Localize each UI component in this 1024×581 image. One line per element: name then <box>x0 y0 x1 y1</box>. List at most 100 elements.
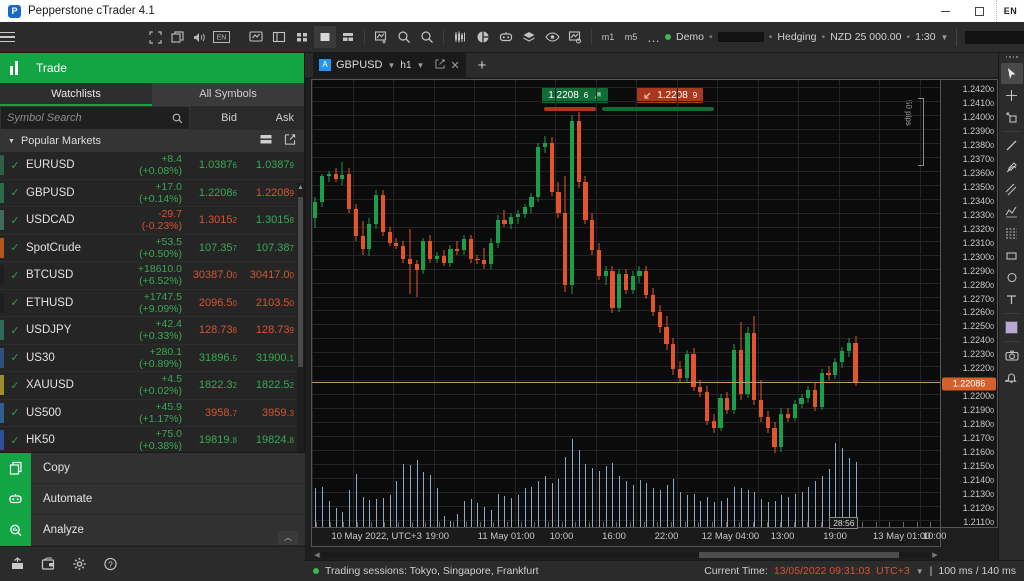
symbol-ask[interactable]: 1.22089 <box>247 187 304 199</box>
timezone-chevron-down-icon[interactable]: ▼ <box>916 567 924 576</box>
symbol-checkmark-icon[interactable]: ✓ <box>4 214 26 227</box>
scroll-left-arrow-icon[interactable]: ◀ <box>311 551 323 559</box>
symbol-checkmark-icon[interactable]: ✓ <box>4 296 26 309</box>
camera-icon[interactable] <box>1001 345 1023 366</box>
robot-icon[interactable] <box>495 26 517 48</box>
price-axis[interactable]: 1.242001.241001.240001.239001.238001.237… <box>941 79 998 528</box>
symbol-bid[interactable]: 1.03876 <box>190 159 247 171</box>
fibonacci-icon[interactable] <box>472 26 494 48</box>
scrollbar-thumb[interactable] <box>298 197 303 367</box>
symbol-row[interactable]: ✓HK50+75.0 (+0.38%)19819.819824.8 <box>0 427 304 455</box>
parallel-channel-icon[interactable] <box>1001 179 1023 200</box>
account-chevron-down-icon[interactable]: ▼ <box>941 33 949 42</box>
layout-full-icon[interactable] <box>314 26 336 48</box>
new-chart-icon[interactable] <box>245 26 267 48</box>
symbol-checkmark-icon[interactable]: ✓ <box>4 351 26 364</box>
symbol-row[interactable]: ✓USDCAD-29.7 (-0.23%)1.301521.30158 <box>0 207 304 235</box>
symbol-row[interactable]: ✓US30+280.1 (+0.89%)31896.531900.1 <box>0 345 304 373</box>
panel-collapse-chevron-up-icon[interactable]: ︿ <box>278 531 298 545</box>
windows-icon[interactable] <box>167 27 187 47</box>
add-chart-tab-plus-icon[interactable]: + <box>472 57 493 74</box>
fullscreen-icon[interactable] <box>145 27 165 47</box>
layout-split-icon[interactable] <box>337 26 359 48</box>
symbol-bid[interactable]: 1.22086 <box>190 187 247 199</box>
symbol-list-scrollbar[interactable]: ▲ ▼ <box>297 183 304 498</box>
popout-icon[interactable] <box>284 134 296 148</box>
symbol-row[interactable]: ✓EURUSD+8.4 (+0.08%)1.038761.03879 <box>0 152 304 180</box>
scrollbar-track[interactable] <box>323 552 929 558</box>
crosshair-icon[interactable] <box>1001 85 1023 106</box>
symbol-checkmark-icon[interactable]: ✓ <box>4 186 26 199</box>
layout-single-icon[interactable] <box>268 26 290 48</box>
scroll-right-arrow-icon[interactable]: ▶ <box>929 551 941 559</box>
edit-chart-icon[interactable] <box>564 26 586 48</box>
symbol-bid[interactable]: 2096.50 <box>190 297 247 309</box>
candlestick-icon[interactable] <box>449 26 471 48</box>
symbol-checkmark-icon[interactable]: ✓ <box>4 324 26 337</box>
symbol-ask[interactable]: 2103.50 <box>247 297 304 309</box>
chart-tab-chevron-down-icon[interactable]: ▼ <box>387 61 395 70</box>
symbol-row[interactable]: ✓ETHUSD+1747.5 (+9.09%)2096.502103.50 <box>0 290 304 318</box>
layers-icon[interactable] <box>518 26 540 48</box>
eye-icon[interactable] <box>541 26 563 48</box>
trade-button[interactable]: Trade <box>0 53 304 83</box>
chart-tab-gbpusd[interactable]: A GBPUSD ▼ h1 ▼ ✕ <box>313 53 466 77</box>
time-axis[interactable]: 10 May 2022, UTC+319:0011 May 01:0010:00… <box>311 528 941 547</box>
language-indicator[interactable]: EN <box>996 0 1024 22</box>
context-menu-item[interactable]: Analyze <box>0 515 305 546</box>
symbol-checkmark-icon[interactable]: ✓ <box>4 159 26 172</box>
sound-icon[interactable] <box>189 27 209 47</box>
symbol-bid[interactable]: 30387.00 <box>190 269 247 281</box>
symbol-row[interactable]: ✓USDJPY+42.4 (+0.33%)128.738128.739 <box>0 317 304 345</box>
context-menu-item[interactable]: Automate <box>0 484 305 515</box>
fibonacci-icon[interactable] <box>1001 223 1023 244</box>
rail-grip-handle[interactable] <box>1006 56 1018 60</box>
ellipse-icon[interactable] <box>1001 267 1023 288</box>
rectangle-icon[interactable] <box>1001 245 1023 266</box>
timeframe-m5-button[interactable]: m5 <box>620 26 642 48</box>
pattern-icon[interactable] <box>1001 201 1023 222</box>
chart-close-icon[interactable]: ✕ <box>450 59 459 72</box>
deposit-icon[interactable] <box>10 557 25 571</box>
search-input-wrapper[interactable] <box>0 106 190 130</box>
symbol-bid[interactable]: 128.738 <box>190 324 247 336</box>
symbol-row[interactable]: ✓GBPUSD+17.0 (+0.14%)1.220861.22089 <box>0 180 304 208</box>
maximize-button[interactable] <box>962 0 996 22</box>
scrollbar-thumb[interactable] <box>699 552 899 558</box>
timeframe-m1-button[interactable]: m1 <box>597 26 619 48</box>
symbol-bid[interactable]: 19819.8 <box>190 434 247 446</box>
symbol-bid[interactable]: 107.357 <box>190 242 247 254</box>
symbol-checkmark-icon[interactable]: ✓ <box>4 406 26 419</box>
tab-watchlists[interactable]: Watchlists <box>0 83 152 106</box>
color-swatch-button[interactable] <box>1001 317 1023 338</box>
symbol-ask[interactable]: 107.387 <box>247 242 304 254</box>
settings-gear-icon[interactable] <box>72 557 87 571</box>
wallet-icon[interactable] <box>41 557 56 571</box>
text-icon[interactable] <box>1001 289 1023 310</box>
cursor-icon[interactable] <box>1001 63 1023 84</box>
symbol-ask[interactable]: 30417.00 <box>247 269 304 281</box>
watchlist-group-header[interactable]: ▼ Popular Markets <box>0 130 304 152</box>
symbol-search-input[interactable] <box>7 112 172 124</box>
symbol-bid[interactable]: 31896.5 <box>190 352 247 364</box>
symbol-checkmark-icon[interactable]: ✓ <box>4 241 26 254</box>
trendline-icon[interactable] <box>1001 135 1023 156</box>
symbol-ask[interactable]: 128.739 <box>247 324 304 336</box>
bell-icon[interactable] <box>1001 367 1023 388</box>
scroll-up-arrow-icon[interactable]: ▲ <box>297 183 304 193</box>
symbol-ask[interactable]: 19824.8 <box>247 434 304 446</box>
chart-detach-icon[interactable] <box>435 59 445 72</box>
symbol-row[interactable]: ✓BTCUSD+18610.0 (+6.52%)30387.0030417.00 <box>0 262 304 290</box>
symbol-ask[interactable]: 1822.52 <box>247 379 304 391</box>
chart-horizontal-scrollbar[interactable]: ◀ ▶ <box>311 549 941 560</box>
symbol-row[interactable]: ✓US500+45.9 (+1.17%)3958.73959.3 <box>0 400 304 428</box>
chart-tab-timeframe[interactable]: h1 <box>400 60 411 71</box>
symbol-checkmark-icon[interactable]: ✓ <box>4 434 26 447</box>
account-summary[interactable]: Demo • • Hedging • NZD 25 000.00 • 1:30 … <box>665 31 948 43</box>
symbol-bid[interactable]: 1822.32 <box>190 379 247 391</box>
layout-grid-icon[interactable] <box>291 26 313 48</box>
symbol-bid[interactable]: 1.30152 <box>190 214 247 226</box>
zoom-in-icon[interactable] <box>393 26 415 48</box>
help-icon[interactable]: ? <box>103 557 118 571</box>
collapse-icon[interactable] <box>260 134 272 148</box>
